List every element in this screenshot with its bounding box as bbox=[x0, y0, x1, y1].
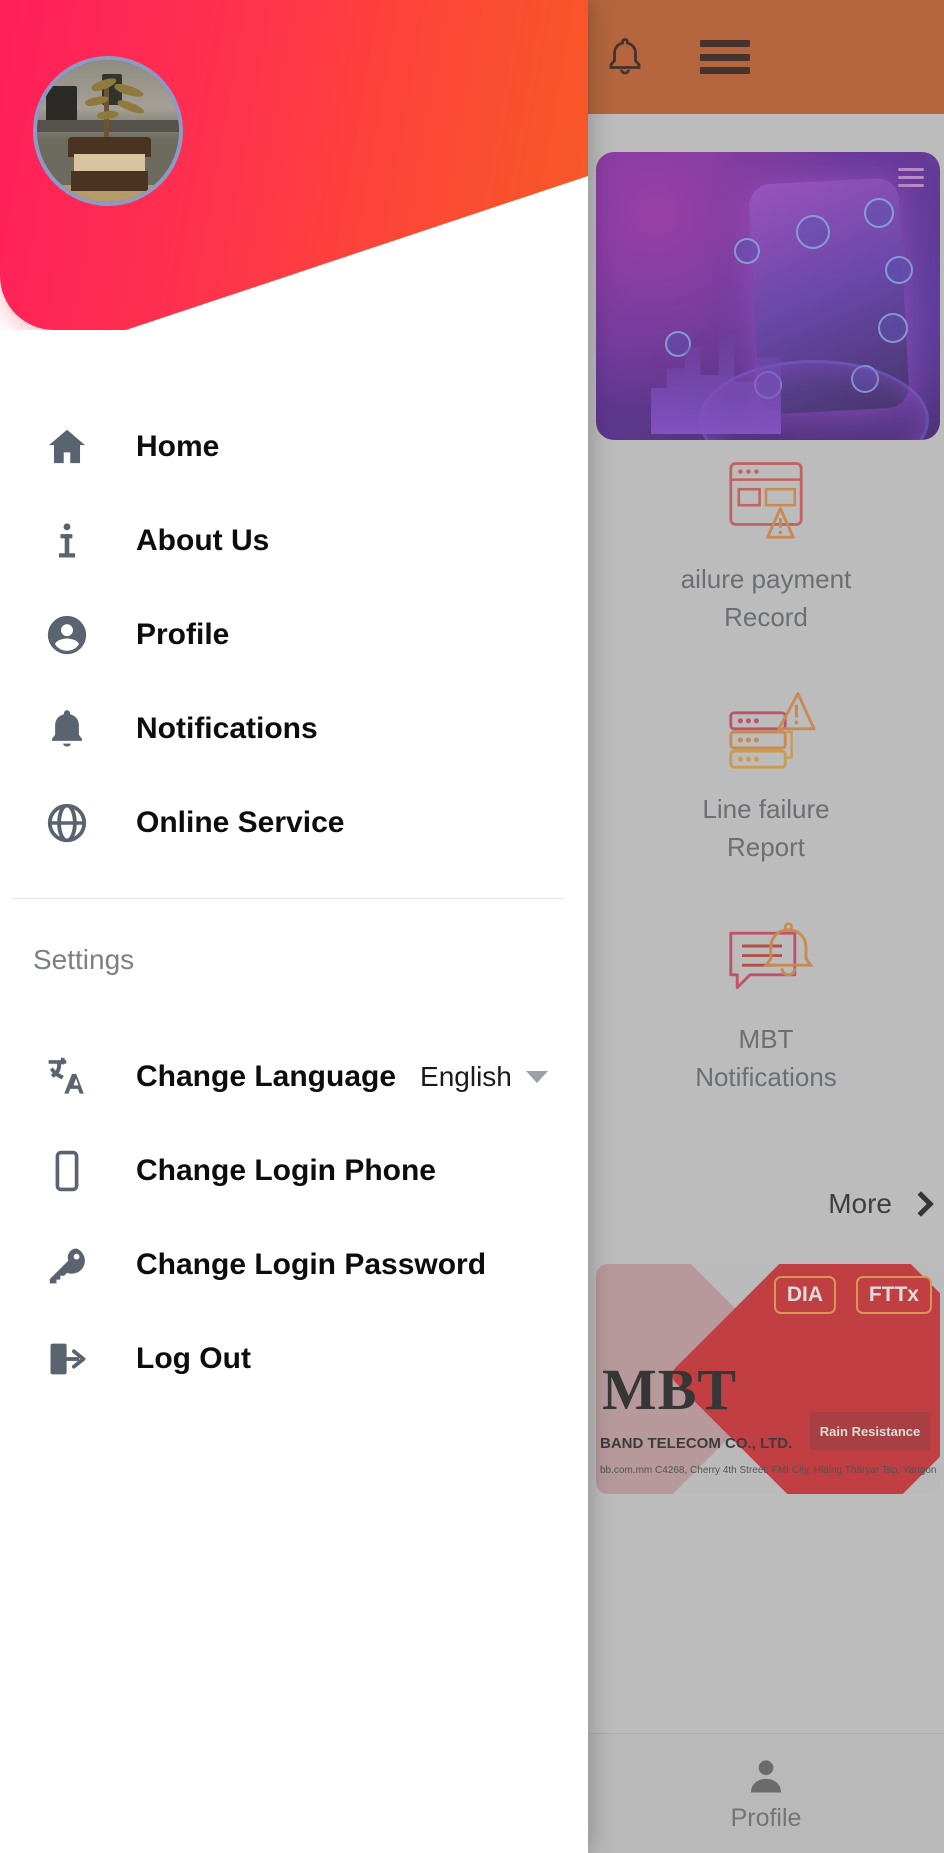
menu-item-home[interactable]: Home bbox=[0, 400, 588, 494]
drawer-divider bbox=[12, 898, 564, 899]
banner-badge-dia: DIA bbox=[773, 1276, 836, 1314]
bell-icon[interactable] bbox=[598, 30, 652, 84]
service-item[interactable]: ailure payment Record bbox=[588, 454, 944, 637]
service-item[interactable]: MBT Notifications bbox=[588, 914, 944, 1097]
banner-company-name: BAND TELECOM CO., LTD. bbox=[600, 1435, 793, 1452]
account-circle-icon bbox=[30, 612, 104, 658]
promo-bubble-icon bbox=[733, 238, 760, 265]
bottom-nav-profile[interactable]: Profile bbox=[588, 1733, 944, 1853]
settings-item-label: Change Language bbox=[136, 1060, 397, 1093]
banner-stamp: Rain Resistance bbox=[810, 1412, 930, 1450]
menu-item-label: Profile bbox=[136, 618, 230, 651]
avatar[interactable] bbox=[33, 56, 183, 206]
settings-item-label: Log Out bbox=[136, 1342, 251, 1375]
promo-bubble-icon bbox=[795, 215, 830, 250]
service-item[interactable]: Line failure Report bbox=[588, 684, 944, 867]
settings-item-change-login-password[interactable]: Change Login Password bbox=[0, 1218, 588, 1312]
menu-item-label: Notifications bbox=[136, 712, 318, 745]
menu-item-label: Home bbox=[136, 430, 220, 463]
service-item-label: Line failure Report bbox=[702, 794, 830, 863]
mbt-notification-icon bbox=[711, 914, 821, 1010]
promo-menu-icon bbox=[898, 168, 924, 192]
line-failure-icon bbox=[711, 684, 821, 780]
payment-failure-icon bbox=[711, 454, 821, 550]
hamburger-menu-icon[interactable] bbox=[698, 30, 752, 84]
promo-bubble-icon bbox=[884, 255, 913, 284]
app-header bbox=[588, 0, 944, 114]
phone-icon bbox=[30, 1148, 104, 1194]
drawer-settings-list: Change Language English Change Login Pho… bbox=[0, 1030, 588, 1406]
service-item-label: MBT Notifications bbox=[695, 1024, 837, 1093]
menu-item-label: About Us bbox=[136, 524, 270, 557]
translate-icon bbox=[30, 1054, 104, 1100]
banner-address: bb.com.mm C4268, Cherry 4th Street, FMI … bbox=[600, 1465, 937, 1476]
person-icon bbox=[750, 1760, 782, 1793]
chevron-right-icon bbox=[908, 1191, 934, 1217]
menu-item-label: Online Service bbox=[136, 806, 345, 839]
settings-section-heading: Settings bbox=[33, 944, 135, 975]
bell-icon bbox=[30, 706, 104, 752]
settings-item-label: Change Login Phone bbox=[136, 1154, 436, 1187]
more-label: More bbox=[828, 1188, 892, 1219]
chevron-down-icon[interactable] bbox=[525, 1071, 548, 1083]
menu-item-about-us[interactable]: About Us bbox=[0, 494, 588, 588]
menu-item-profile[interactable]: Profile bbox=[0, 588, 588, 682]
info-icon bbox=[30, 518, 104, 564]
service-item-label: ailure payment Record bbox=[680, 564, 852, 633]
background-app: ailure payment Record Line failure Repor… bbox=[588, 0, 944, 1853]
settings-item-log-out[interactable]: Log Out bbox=[0, 1312, 588, 1406]
menu-item-online-service[interactable]: Online Service bbox=[0, 776, 588, 870]
mbt-advertisement-banner[interactable]: MBT DIA FTTx Rain Resistance BAND TELECO… bbox=[596, 1264, 940, 1494]
app-screen: ailure payment Record Line failure Repor… bbox=[0, 0, 944, 1853]
app-body: ailure payment Record Line failure Repor… bbox=[588, 114, 944, 1734]
settings-item-change-language[interactable]: Change Language English bbox=[0, 1030, 588, 1124]
banner-badge-fttx: FTTx bbox=[855, 1276, 932, 1314]
settings-item-label: Change Login Password bbox=[136, 1248, 487, 1281]
home-icon bbox=[30, 424, 104, 470]
navigation-drawer: Home About Us Profile Notifications Onli… bbox=[0, 0, 588, 1853]
logout-icon bbox=[30, 1336, 104, 1382]
settings-item-change-login-phone[interactable]: Change Login Phone bbox=[0, 1124, 588, 1218]
banner-logo: MBT bbox=[602, 1357, 738, 1422]
language-selected-value[interactable]: English bbox=[420, 1061, 512, 1093]
globe-icon bbox=[30, 800, 104, 846]
more-link[interactable]: More bbox=[588, 1174, 944, 1234]
key-icon bbox=[30, 1242, 104, 1288]
bottom-nav-label: Profile bbox=[730, 1804, 802, 1832]
menu-item-notifications[interactable]: Notifications bbox=[0, 682, 588, 776]
drawer-menu-list: Home About Us Profile Notifications Onli… bbox=[0, 400, 588, 870]
promo-banner[interactable] bbox=[596, 152, 940, 440]
